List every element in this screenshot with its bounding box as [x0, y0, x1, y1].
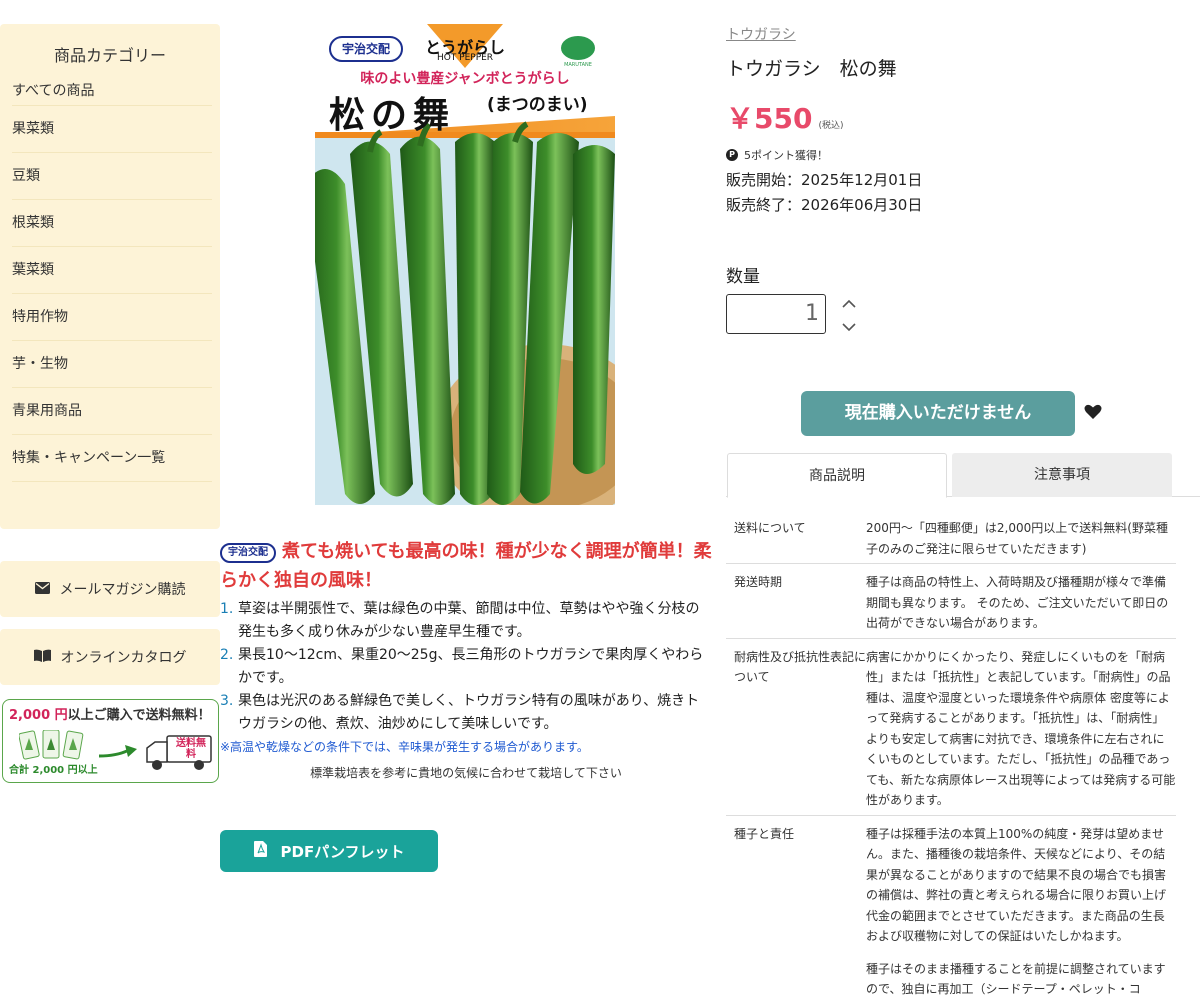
- table-row: 種子はそのまま播種することを前提に調整されていますので、独自に再加工（シードテー…: [726, 951, 1176, 1000]
- arrow-right-icon: [99, 745, 137, 758]
- product-price: ￥550: [726, 102, 813, 135]
- note-value: 病害にかかりにくかったり、発症しにくいものを「耐病性」または「抵抗性」と表記して…: [866, 649, 1176, 808]
- pdf-pamphlet-button[interactable]: PDFパンフレット: [220, 830, 438, 872]
- category-item-campaigns[interactable]: 特集・キャンペーン一覧: [12, 435, 212, 482]
- category-item-root-vegetables[interactable]: 根菜類: [12, 200, 212, 247]
- points-info: P 5ポイント獲得！: [726, 147, 1186, 163]
- table-row: 種子と責任 種子は採種手法の本質上100%の純度・発芽は望めません。また、播種後…: [726, 816, 1176, 951]
- description-headline: 宇治交配 煮ても焼いても最高の味！種が少なく調理が簡単！柔らかく独自の風味！: [220, 537, 712, 595]
- table-row: 耐病性及び抵抗性表記について 病害にかかりにくかったり、発症しにくいものを「耐病…: [726, 639, 1176, 816]
- points-text: 5ポイント獲得！: [744, 149, 828, 162]
- newsletter-label: メールマガジン購読: [59, 582, 186, 598]
- free-shipping-amount: 2,000 円: [9, 708, 68, 723]
- cultivation-guide-text: 標準栽培表を参考に貴地の気候に合わせて栽培して下さい: [310, 766, 622, 780]
- note-key: 送料について: [734, 521, 806, 535]
- list-text: 草姿は半開張性で、葉は緑色の中葉、節間は中位、草勢はやや強く分枝の発生も多く成り…: [238, 601, 700, 640]
- tax-label: (税込): [818, 121, 844, 131]
- seed-packets-icon: [19, 730, 84, 760]
- list-number: 1.: [220, 601, 234, 617]
- product-image-reading: (まつのまい): [487, 95, 588, 115]
- quantity-decrement-icon[interactable]: [840, 321, 858, 335]
- list-item: 3. 果色は光沢のある鮮緑色で美しく、トウガラシ特有の風味があり、焼きトウガラシの…: [220, 690, 712, 736]
- brand-chip: 宇治交配: [329, 36, 403, 62]
- product-info: トウガラシ トウガラシ 松の舞 ￥550 (税込) P 5ポイント獲得！ 販売開…: [726, 24, 1186, 215]
- product-image[interactable]: 宇治交配 とうがらし HOT PEPPER MARUTANE 味のよい豊産ジャン…: [305, 24, 655, 524]
- sale-end-date: 販売終了：2026年06月30日: [726, 196, 923, 214]
- category-sidebar: 商品カテゴリー すべての商品 果菜類 豆類 根菜類 葉菜類 特用作物 芋・生物 …: [0, 24, 220, 529]
- heart-icon[interactable]: [1084, 404, 1102, 425]
- quantity-input[interactable]: 1: [726, 294, 826, 334]
- note-value: 200円〜「四種郵便」は2,000円以上で送料無料(野菜種子のみのご発注に限らせ…: [866, 521, 1168, 556]
- notes-table: 送料について 200円〜「四種郵便」は2,000円以上で送料無料(野菜種子のみの…: [726, 510, 1176, 1000]
- list-number: 3.: [220, 693, 234, 709]
- newsletter-button[interactable]: メールマガジン購読: [0, 561, 220, 617]
- quantity-label: 数量: [726, 267, 760, 287]
- product-type-en: HOT PEPPER: [436, 53, 494, 63]
- list-text: 果色は光沢のある鮮緑色で美しく、トウガラシ特有の風味があり、焼きトウガラシの他、…: [238, 693, 700, 732]
- list-item: 1. 草姿は半開張性で、葉は緑色の中葉、節間は中位、草勢はやや強く分枝の発生も多く…: [220, 598, 712, 644]
- truck-label: 送料無料: [176, 738, 206, 760]
- product-tabs: 商品説明 注意事項: [726, 453, 1200, 498]
- purchase-unavailable-button[interactable]: 現在購入いただけません: [801, 391, 1075, 436]
- category-item-all[interactable]: すべての商品: [12, 76, 212, 106]
- note-key: 発送時期: [734, 575, 783, 589]
- product-title: トウガラシ 松の舞: [726, 58, 897, 80]
- uji-hybrid-logo: 宇治交配: [220, 543, 276, 563]
- maker-logo-icon: [561, 36, 595, 60]
- list-text: 果長10〜12cm、果重20〜25g、長三角形のトウガラシで果肉厚くやわらかです…: [238, 647, 704, 686]
- list-number: 2.: [220, 647, 234, 663]
- free-shipping-headline: 2,000 円以上ご購入で送料無料！: [3, 700, 218, 727]
- note-value: 種子は採種手法の本質上100%の純度・発芽は望めません。また、播種後の栽培条件、…: [866, 826, 1167, 944]
- pungency-note: ※高温や乾燥などの条件下では、辛味果が発生する場合があります。: [220, 740, 589, 754]
- list-item: 2. 果長10〜12cm、果重20〜25g、長三角形のトウガラシで果肉厚くやわらか…: [220, 644, 712, 690]
- quantity-increment-icon[interactable]: [840, 297, 858, 311]
- pdf-file-icon: [253, 841, 267, 861]
- free-shipping-banner[interactable]: 2,000 円以上ご購入で送料無料！ 送料無料 合計 2,000 円以上: [2, 699, 219, 783]
- free-shipping-text: 以上ご購入で送料無料！: [67, 708, 211, 723]
- category-item-fruit-vegetables[interactable]: 果菜類: [12, 106, 212, 153]
- category-item-beans[interactable]: 豆類: [12, 153, 212, 200]
- free-shipping-subtext: 合計 2,000 円以上: [9, 765, 98, 776]
- pdf-pamphlet-label: PDFパンフレット: [280, 842, 405, 861]
- description-headline-text: 煮ても焼いても最高の味！種が少なく調理が簡単！柔らかく独自の風味！: [220, 541, 712, 591]
- note-key: 耐病性及び抵抗性表記について: [734, 649, 867, 684]
- book-icon: [33, 648, 51, 666]
- category-item-special-crops[interactable]: 特用作物: [12, 294, 212, 341]
- note-key: [726, 959, 866, 1000]
- product-image-name: 松の舞: [329, 94, 456, 136]
- points-icon: P: [726, 149, 738, 161]
- table-row: 送料について 200円〜「四種郵便」は2,000円以上で送料無料(野菜種子のみの…: [726, 510, 1176, 564]
- tab-notes[interactable]: 注意事項: [952, 453, 1172, 497]
- note-value: 種子は商品の特性上、入荷時期及び播種期が様々で準備期間も異なります。 そのため、…: [866, 575, 1169, 630]
- breadcrumb-category-link[interactable]: トウガラシ: [726, 27, 796, 43]
- online-catalog-button[interactable]: オンラインカタログ: [0, 629, 220, 685]
- tab-product-description[interactable]: 商品説明: [727, 453, 947, 498]
- feature-list: 1. 草姿は半開張性で、葉は緑色の中葉、節間は中位、草勢はやや強く分枝の発生も多く…: [220, 598, 712, 736]
- category-item-tubers[interactable]: 芋・生物: [12, 341, 212, 388]
- envelope-icon: [34, 580, 50, 598]
- product-tagline: 味のよい豊産ジャンボとうがらし: [360, 71, 570, 87]
- note-key: 種子と責任: [734, 826, 795, 841]
- category-item-produce[interactable]: 青果用商品: [12, 388, 212, 435]
- category-item-leaf-vegetables[interactable]: 葉菜類: [12, 247, 212, 294]
- table-row: 発送時期 種子は商品の特性上、入荷時期及び播種期が様々で準備期間も異なります。 …: [726, 564, 1176, 639]
- note-value: 種子はそのまま播種することを前提に調整されていますので、独自に再加工（シードテー…: [866, 961, 1166, 997]
- price-row: ￥550 (税込): [726, 97, 1186, 137]
- sidebar-title: 商品カテゴリー: [53, 46, 166, 65]
- sale-start-date: 販売開始：2025年12月01日: [726, 171, 923, 189]
- product-description: 宇治交配 煮ても焼いても最高の味！種が少なく調理が簡単！柔らかく独自の風味！ 1.…: [220, 537, 712, 781]
- online-catalog-label: オンラインカタログ: [60, 650, 187, 666]
